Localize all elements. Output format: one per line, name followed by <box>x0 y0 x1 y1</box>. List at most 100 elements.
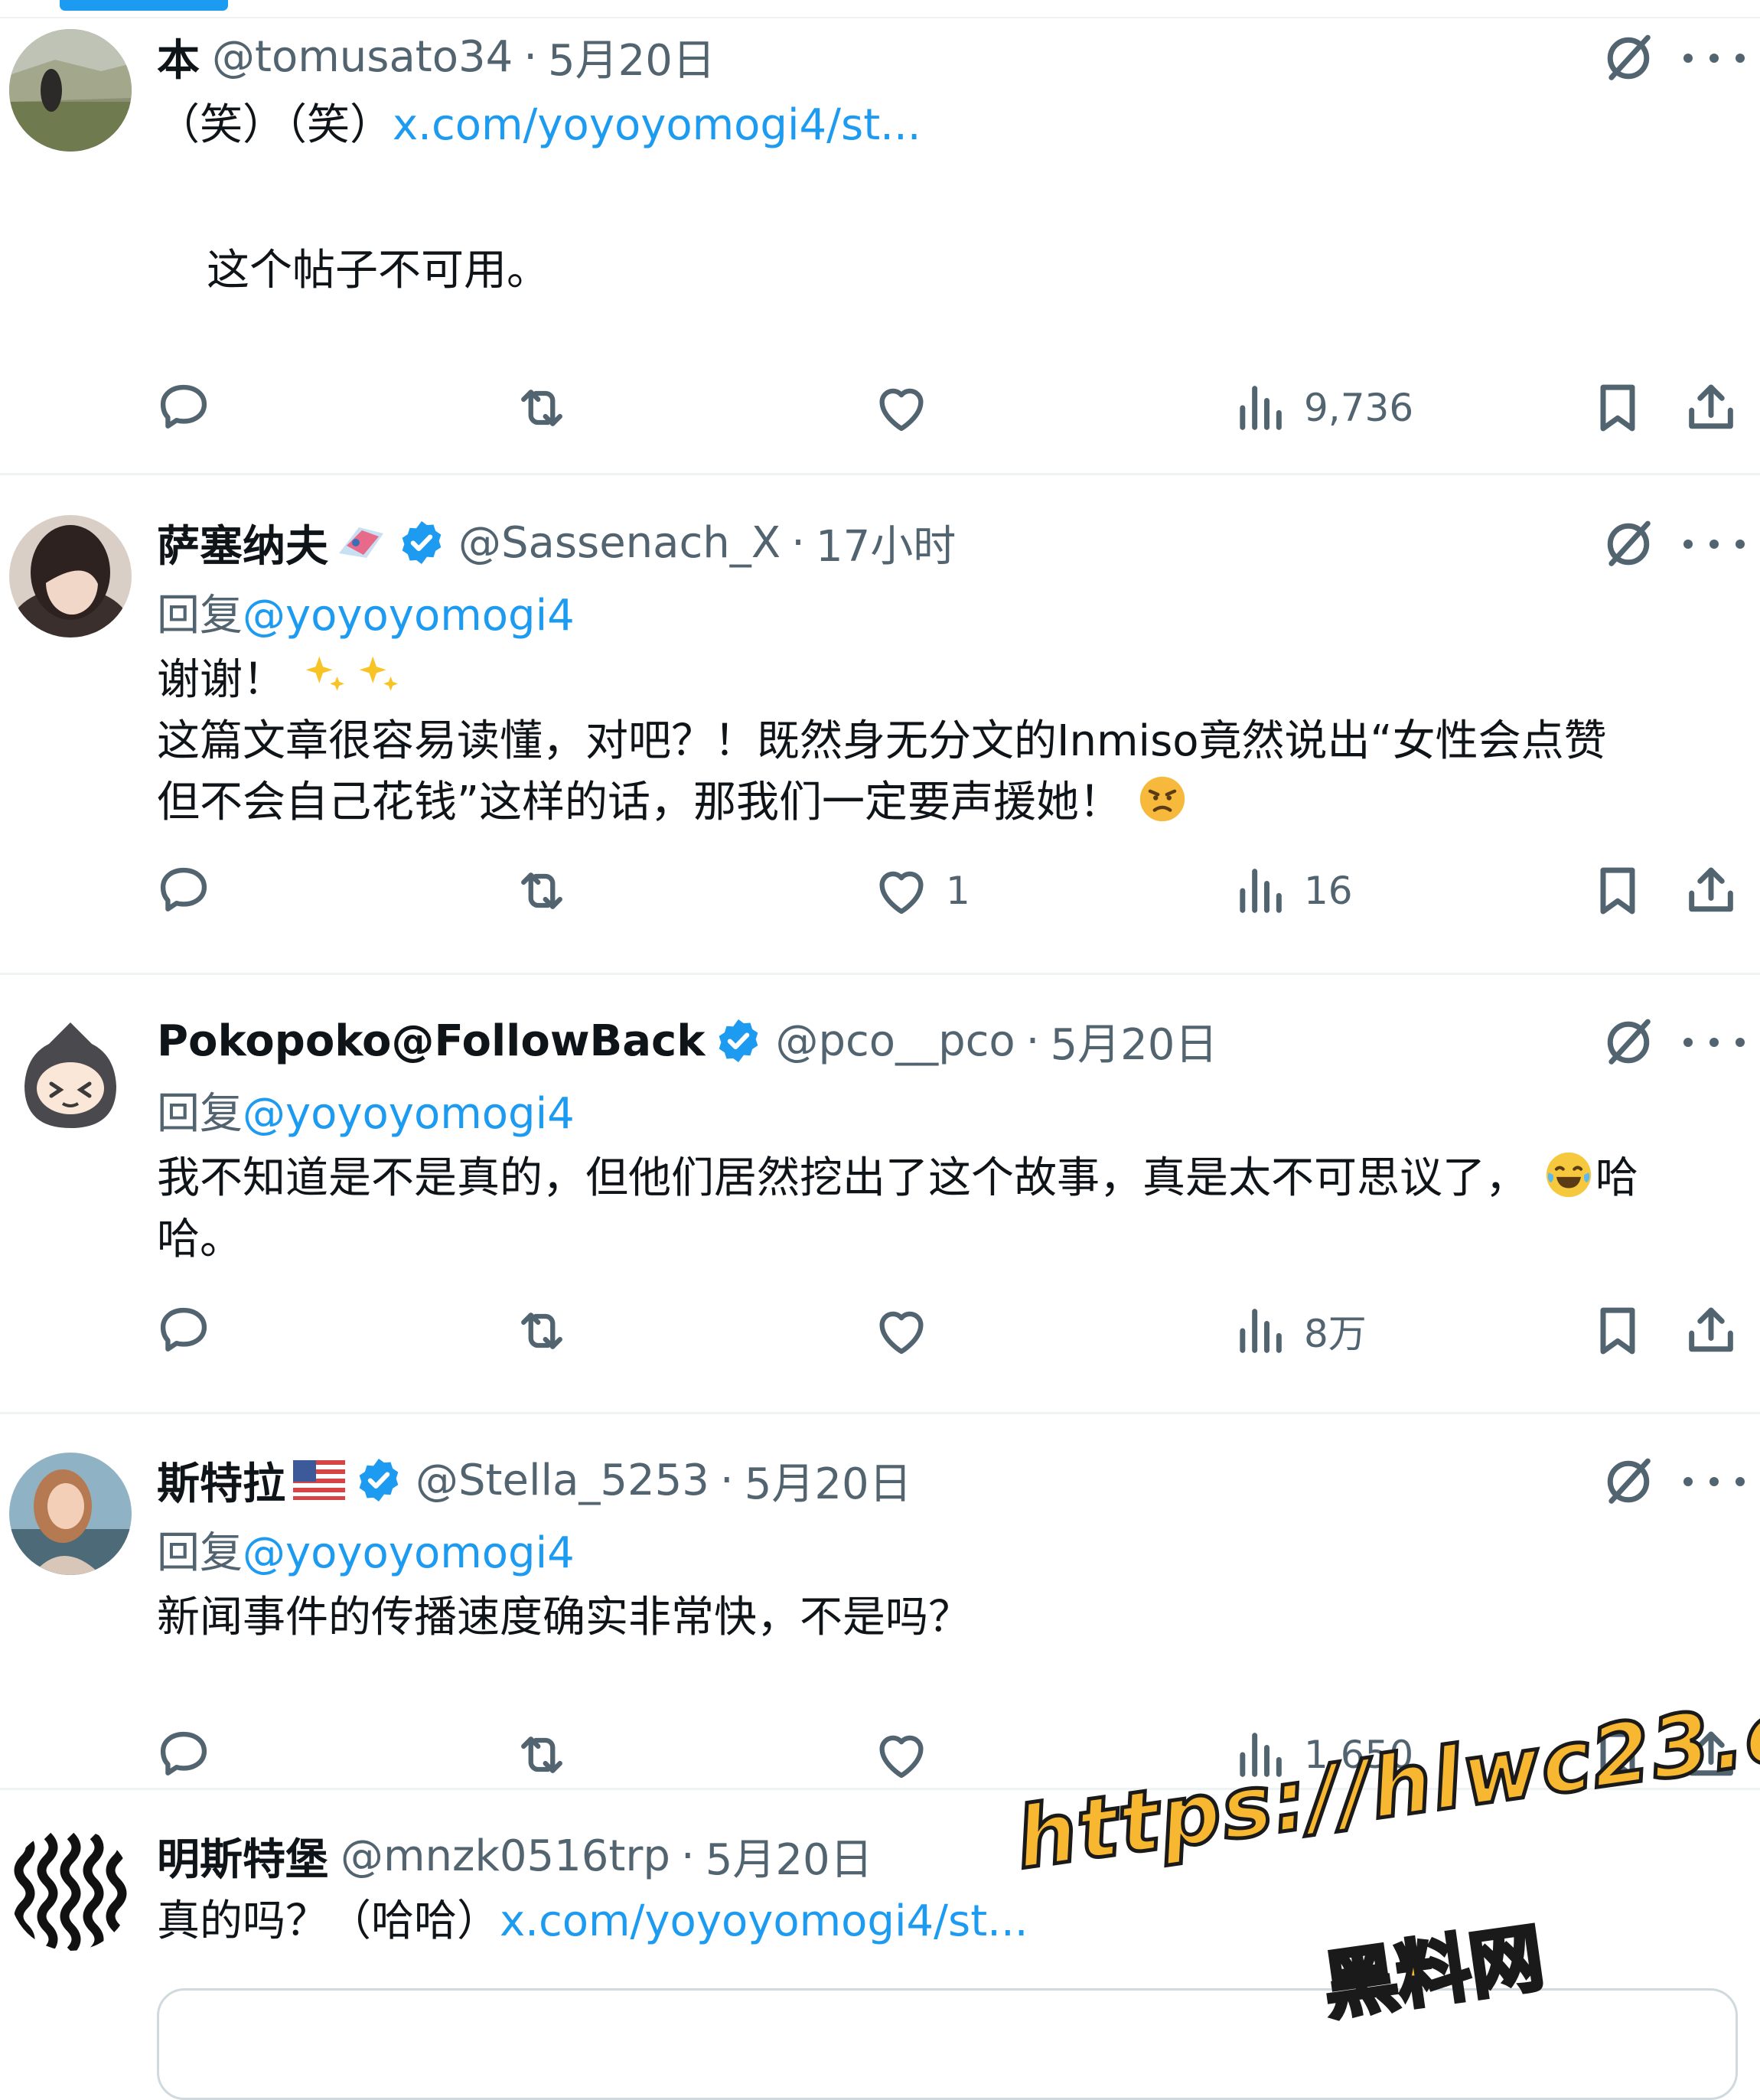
like-button[interactable] <box>872 373 946 442</box>
like-button[interactable] <box>872 1720 946 1789</box>
tweet-header: 明斯特堡 @mnzk0516trp · 5月20日 <box>157 1825 873 1886</box>
laughing-tears-icon <box>1542 1148 1595 1202</box>
text-prefix: （笑）（笑） <box>157 100 393 150</box>
more-icon[interactable] <box>1683 1453 1745 1511</box>
tweet-text-line-1: 新闻事件的传播速度确实非常快，不是吗？ <box>157 1593 971 1642</box>
tab-indicator <box>60 0 228 11</box>
separator: · <box>1025 1016 1040 1066</box>
views-button[interactable]: 9,736 <box>1230 373 1413 442</box>
like-icon <box>872 1726 931 1784</box>
tweet-3[interactable]: Pokopoko@FollowBack @pco__pco · 5月20日 回复… <box>0 975 1760 1414</box>
repost-button[interactable] <box>513 1296 586 1365</box>
tweet-link[interactable]: x.com/yoyoyomogi4/st... <box>393 100 921 150</box>
more-icon[interactable] <box>1683 29 1745 87</box>
like-button[interactable] <box>872 1296 946 1365</box>
like-icon <box>872 1302 931 1360</box>
action-bar: 9,736 <box>0 373 1760 442</box>
tweet-text-line-1: 谢谢！ <box>157 650 406 711</box>
avatar[interactable] <box>9 1828 132 1951</box>
separator: · <box>680 1831 695 1881</box>
grok-icon[interactable] <box>1599 29 1657 87</box>
share-icon <box>1682 379 1740 437</box>
reply-icon <box>155 379 213 437</box>
reply-button[interactable] <box>155 856 228 925</box>
tweet-header: 斯特拉 @Stella_5253 · 5月20日 <box>157 1449 912 1511</box>
bookmark-button[interactable] <box>1589 373 1647 442</box>
reply-prefix: 回复 <box>157 1528 243 1578</box>
mention-link[interactable]: @yoyoyomogi4 <box>243 591 575 641</box>
like-icon <box>872 862 931 920</box>
views-button[interactable]: 16 <box>1230 856 1353 925</box>
grok-icon[interactable] <box>1599 515 1657 573</box>
tweet-text: 真的吗？（哈哈）x.com/yoyoyomogi4/st... <box>157 1891 1028 1952</box>
timestamp[interactable]: 5月20日 <box>548 26 715 88</box>
timestamp[interactable]: 17小时 <box>816 512 956 574</box>
user-handle[interactable]: @Sassenach_X <box>458 518 781 568</box>
user-handle[interactable]: @Stella_5253 <box>416 1456 709 1505</box>
display-name[interactable]: 萨塞纳夫 <box>157 512 328 574</box>
display-name[interactable]: 斯特拉 <box>157 1449 285 1511</box>
reply-button[interactable] <box>155 373 228 442</box>
display-name[interactable]: 明斯特堡 <box>157 1825 328 1887</box>
emoji-decoration-icon <box>336 523 388 562</box>
grok-icon[interactable] <box>1599 1453 1657 1511</box>
tweet-text-line-3: 但不会自己花钱”这样的话，那我们一定要声援她！ <box>157 772 1189 833</box>
repost-button[interactable] <box>513 856 586 925</box>
tweet-header: 萨塞纳夫 @Sassenach_X · 17小时 <box>157 512 956 573</box>
repost-icon <box>513 862 571 920</box>
bookmark-button[interactable] <box>1589 1296 1647 1365</box>
text: 但不会自己花钱”这样的话，那我们一定要声援她！ <box>157 778 1123 827</box>
tweet-2[interactable]: 萨塞纳夫 @Sassenach_X · 17小时 回复@yoyoyomogi4 … <box>0 475 1760 975</box>
reply-button[interactable] <box>155 1720 228 1789</box>
mention-link[interactable]: @yoyoyomogi4 <box>243 1528 575 1578</box>
like-count: 1 <box>946 869 970 913</box>
avatar[interactable] <box>9 1013 132 1136</box>
views-count: 16 <box>1304 869 1353 913</box>
tweet-header: 本 @tomusato34 · 5月20日 <box>157 26 715 87</box>
avatar[interactable] <box>9 515 132 638</box>
tweet-text-line-1: 我不知道是不是真的，但他们居然挖出了这个故事，真是太不可思议了， 哈 <box>157 1148 1638 1209</box>
mention-link[interactable]: @yoyoyomogi4 <box>243 1089 575 1139</box>
avatar[interactable] <box>9 1453 132 1575</box>
timestamp[interactable]: 5月20日 <box>706 1825 873 1887</box>
user-handle[interactable]: @mnzk0516trp <box>341 1831 670 1881</box>
repost-button[interactable] <box>513 1720 586 1789</box>
angry-face-icon <box>1136 772 1189 826</box>
sparkles-icon <box>353 650 406 703</box>
watermark-site-name: 黑料网 <box>1317 1912 1551 2032</box>
user-handle[interactable]: @pco__pco <box>775 1016 1015 1066</box>
grok-icon[interactable] <box>1599 1013 1657 1071</box>
sparkles-icon <box>299 650 353 703</box>
repost-button[interactable] <box>513 373 586 442</box>
views-count: 9,736 <box>1304 386 1414 430</box>
separator: · <box>791 517 805 568</box>
more-icon[interactable] <box>1683 515 1745 573</box>
verified-badge-icon <box>397 518 446 567</box>
share-button[interactable] <box>1682 1296 1740 1365</box>
reply-context: 回复@yoyoyomogi4 <box>157 585 575 647</box>
timestamp[interactable]: 5月20日 <box>1050 1010 1217 1072</box>
reply-button[interactable] <box>155 1296 228 1365</box>
repost-icon <box>513 1302 571 1360</box>
share-icon <box>1682 862 1740 920</box>
text: 谢谢！ <box>157 655 285 705</box>
like-button[interactable]: 1 <box>872 856 970 925</box>
bookmark-button[interactable] <box>1589 856 1647 925</box>
tweet-link[interactable]: x.com/yoyoyomogi4/st... <box>500 1896 1028 1946</box>
action-bar: 1 16 <box>0 856 1760 925</box>
avatar[interactable] <box>9 29 132 152</box>
watermark: https://hlwc23.com 黑料网 <box>1009 1659 1760 2043</box>
timestamp[interactable]: 5月20日 <box>745 1449 912 1511</box>
display-name[interactable]: 本 <box>157 26 200 88</box>
user-handle[interactable]: @tomusato34 <box>212 32 513 82</box>
reply-context: 回复@yoyoyomogi4 <box>157 1523 575 1584</box>
share-button[interactable] <box>1682 373 1740 442</box>
views-button[interactable]: 8万 <box>1230 1296 1367 1365</box>
reply-icon <box>155 1302 213 1360</box>
share-button[interactable] <box>1682 856 1740 925</box>
more-icon[interactable] <box>1683 1013 1745 1071</box>
display-name[interactable]: Pokopoko@FollowBack <box>157 1016 705 1066</box>
us-flag-icon <box>293 1460 345 1500</box>
tweet-1[interactable]: 本 @tomusato34 · 5月20日 （笑）（笑）x.com/yoyoyo… <box>0 18 1760 475</box>
separator: · <box>719 1455 734 1505</box>
